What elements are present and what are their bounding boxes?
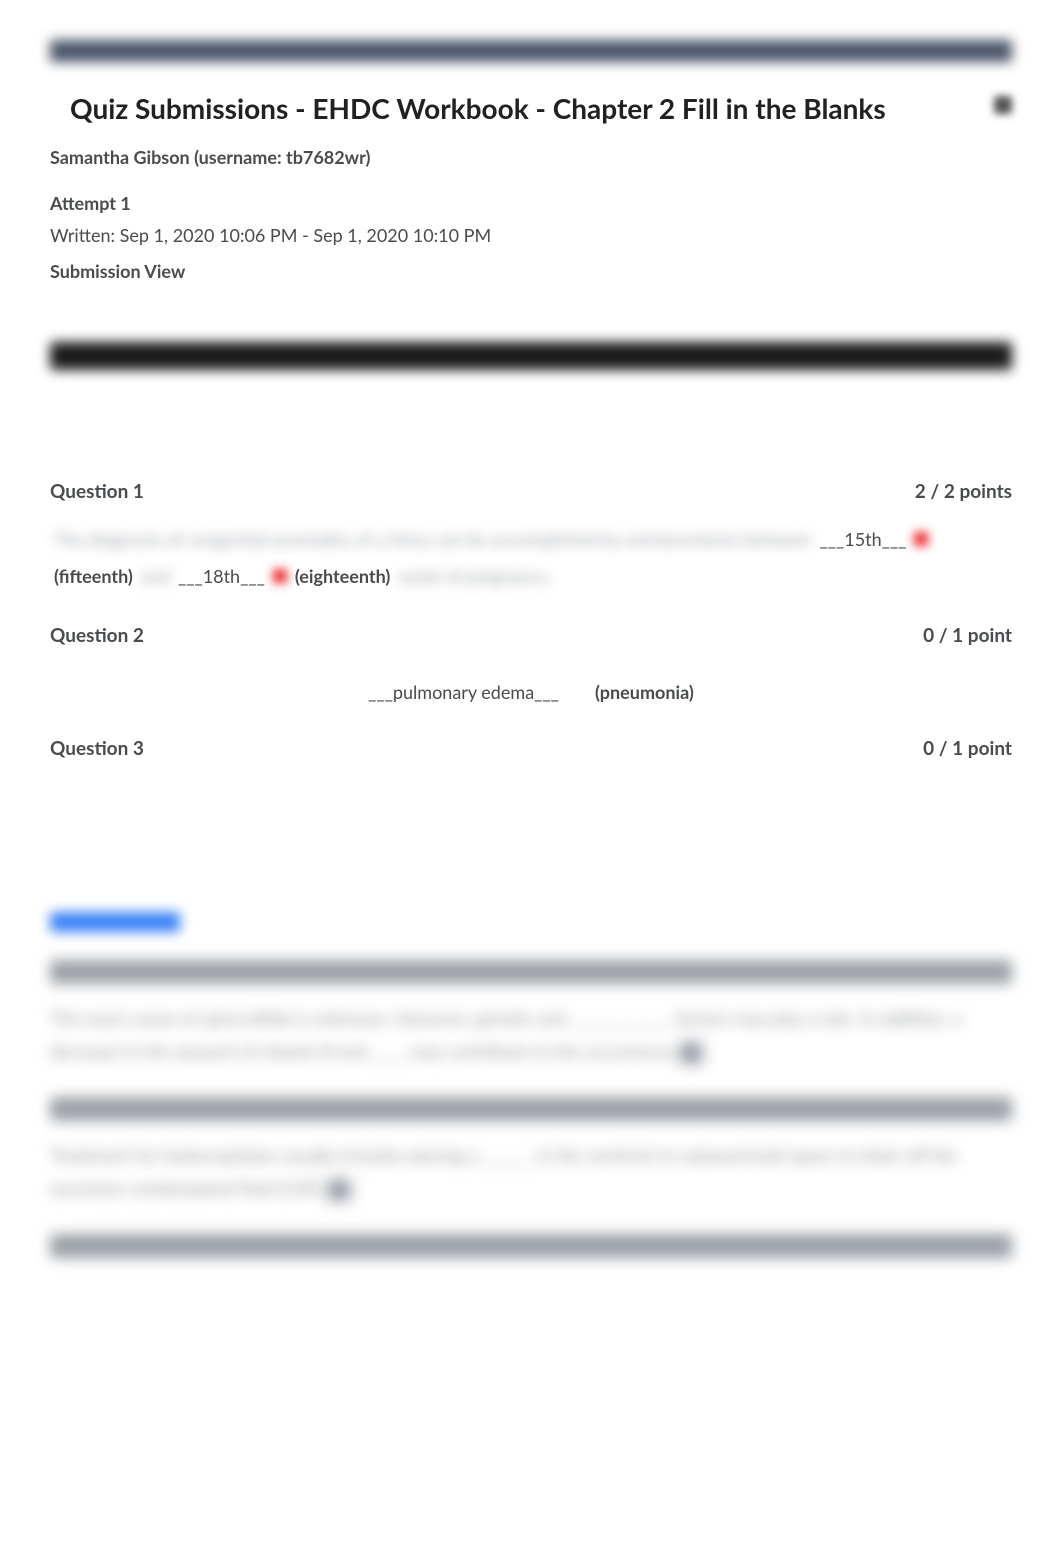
question-1-header: Question 1 2 / 2 points xyxy=(50,480,1012,503)
q1-blur-trail: week of pregnancy. xyxy=(398,562,551,591)
question-3-points: 0 / 1 point xyxy=(923,737,1012,760)
question-2-title: Question 2 xyxy=(50,624,144,647)
blurred-section-bar xyxy=(50,342,1012,370)
attempt-label: Attempt 1 xyxy=(50,192,1012,214)
q1-answer-1-correct: (fifteenth) xyxy=(54,562,133,591)
written-timestamp: Written: Sep 1, 2020 10:06 PM - Sep 1, 2… xyxy=(50,224,1012,246)
q1-answer-2-given: ___18th___ xyxy=(178,562,265,591)
incorrect-icon xyxy=(273,569,287,583)
q3-body-hidden xyxy=(50,782,1012,902)
blurred-separator xyxy=(50,1234,1012,1258)
user-line: Samantha Gibson (username: tb7682wr) xyxy=(50,146,1012,168)
blur-p1-text: The exact cause of spina bifida is unkno… xyxy=(50,1007,962,1061)
blurred-paragraph-2: Treatment for hydrocephalus usually incl… xyxy=(50,1139,1012,1204)
header-row: Quiz Submissions - EHDC Workbook - Chapt… xyxy=(50,90,1012,146)
question-2-points: 0 / 1 point xyxy=(923,624,1012,647)
blur-p2-text: Treatment for hydrocephalus usually incl… xyxy=(50,1144,957,1198)
question-1-title: Question 1 xyxy=(50,480,144,503)
question-1-body: The diagnosis of congenital anomalies of… xyxy=(54,525,1008,591)
q1-answer-1-given: ___15th___ xyxy=(819,525,906,554)
submission-view-label: Submission View xyxy=(50,260,1012,282)
blurred-paragraph-1: The exact cause of spina bifida is unkno… xyxy=(50,1002,1012,1067)
top-blurred-bar xyxy=(50,40,1012,62)
q2-answer-correct: (pneumonia) xyxy=(595,681,694,703)
q1-blur-lead: The diagnosis of congenital anomalies of… xyxy=(54,525,811,554)
question-3-title: Question 3 xyxy=(50,737,144,760)
flag-icon xyxy=(681,1044,701,1062)
question-1-points: 2 / 2 points xyxy=(915,480,1012,503)
blurred-link[interactable] xyxy=(50,912,180,932)
blurred-separator xyxy=(50,1097,1012,1121)
flag-icon xyxy=(329,1181,349,1199)
page-title: Quiz Submissions - EHDC Workbook - Chapt… xyxy=(70,90,886,128)
blurred-separator xyxy=(50,960,1012,984)
q1-answer-2-correct: (eighteenth) xyxy=(295,562,390,591)
q2-answer-given: ___pulmonary edema___ xyxy=(368,681,559,703)
question-3-header: Question 3 0 / 1 point xyxy=(50,737,1012,760)
q1-blur-mid: and xyxy=(141,562,170,591)
question-2-header: Question 2 0 / 1 point xyxy=(50,624,1012,647)
question-2-body: ___pulmonary edema___ (pneumonia) xyxy=(50,681,1012,703)
incorrect-icon xyxy=(914,532,928,546)
gear-icon[interactable] xyxy=(994,96,1012,114)
